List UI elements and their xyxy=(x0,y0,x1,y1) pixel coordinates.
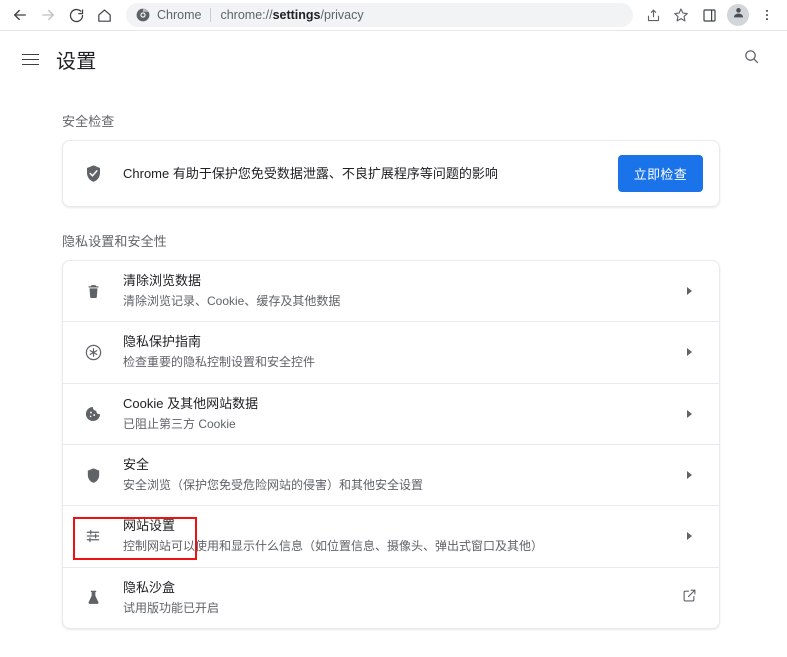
chevron-right-icon xyxy=(686,471,692,480)
row-title: 网站设置 xyxy=(123,518,176,534)
omnibox-url: chrome://settings/privacy xyxy=(220,8,363,22)
omnibox-divider xyxy=(210,8,212,22)
share-icon xyxy=(646,8,661,23)
reload-button[interactable] xyxy=(62,1,90,29)
row-subtitle: 控制网站可以使用和显示什么信息（如位置信息、摄像头、弹出式窗口及其他） xyxy=(123,539,544,554)
search-settings-button[interactable] xyxy=(735,43,767,75)
privacy-guide-icon xyxy=(81,343,105,362)
page-title: 设置 xyxy=(56,50,97,73)
settings-row-cookies[interactable]: Cookie 及其他网站数据 已阻止第三方 Cookie xyxy=(63,382,719,444)
toolbar-actions xyxy=(639,1,781,29)
omnibox-url-suffix: /privacy xyxy=(320,8,364,22)
chevron-right-icon xyxy=(686,287,692,296)
cookie-icon xyxy=(81,405,105,423)
row-end[interactable] xyxy=(675,471,703,480)
safety-check-card: Chrome 有助于保护您免受数据泄露、不良扩展程序等问题的影响 立即检查 xyxy=(62,140,720,207)
browser-menu-button[interactable] xyxy=(753,1,781,29)
profile-avatar-icon xyxy=(732,6,745,24)
row-end[interactable] xyxy=(675,409,703,418)
row-title: 隐私沙盒 xyxy=(123,579,176,595)
omnibox-url-highlight: settings xyxy=(272,8,321,22)
star-icon xyxy=(673,7,689,23)
row-subtitle: 清除浏览记录、Cookie、缓存及其他数据 xyxy=(123,294,341,309)
three-dot-menu-icon xyxy=(760,8,774,22)
check-now-button[interactable]: 立即检查 xyxy=(617,155,703,192)
row-end[interactable] xyxy=(675,532,703,541)
row-subtitle: 安全浏览（保护您免受危险网站的侵害）和其他安全设置 xyxy=(123,478,424,493)
hamburger-menu-button[interactable] xyxy=(14,43,46,75)
row-end[interactable] xyxy=(675,588,703,608)
row-title: Cookie 及其他网站数据 xyxy=(123,395,259,411)
row-title: 安全 xyxy=(123,456,150,472)
home-button[interactable] xyxy=(90,1,118,29)
bookmark-button[interactable] xyxy=(667,1,695,29)
row-body: 安全 安全浏览（保护您免受危险网站的侵害）和其他安全设置 xyxy=(123,445,675,505)
row-body: 清除浏览数据 清除浏览记录、Cookie、缓存及其他数据 xyxy=(123,261,675,321)
trash-icon xyxy=(81,283,105,300)
address-bar[interactable]: Chrome chrome://settings/privacy xyxy=(126,3,633,27)
profile-button[interactable] xyxy=(727,4,749,26)
external-link-icon xyxy=(682,588,697,608)
settings-row-privacy-guide[interactable]: 隐私保护指南 检查重要的隐私控制设置和安全控件 xyxy=(63,321,719,382)
chevron-right-icon xyxy=(686,348,692,357)
chevron-right-icon xyxy=(686,409,692,418)
side-panel-icon xyxy=(702,8,717,23)
shield-icon xyxy=(81,467,105,484)
row-subtitle: 检查重要的隐私控制设置和安全控件 xyxy=(123,355,316,370)
home-icon xyxy=(96,7,113,24)
settings-header: 设置 xyxy=(0,31,787,87)
row-body: Cookie 及其他网站数据 已阻止第三方 Cookie xyxy=(123,384,675,444)
side-panel-button[interactable] xyxy=(695,1,723,29)
row-title: 清除浏览数据 xyxy=(123,273,202,288)
row-end[interactable] xyxy=(675,287,703,296)
chrome-logo-icon xyxy=(136,8,150,22)
settings-row-privacy-sandbox[interactable]: 隐私沙盒 试用版功能已开启 xyxy=(63,566,719,628)
arrow-right-icon xyxy=(39,6,57,24)
search-icon xyxy=(743,48,760,70)
arrow-left-icon xyxy=(11,6,29,24)
share-button[interactable] xyxy=(639,1,667,29)
safety-check-row: Chrome 有助于保护您免受数据泄露、不良扩展程序等问题的影响 立即检查 xyxy=(63,141,719,206)
reload-icon xyxy=(68,7,85,24)
omnibox-url-prefix: chrome:// xyxy=(220,8,273,22)
settings-row-clear-browsing-data[interactable]: 清除浏览数据 清除浏览记录、Cookie、缓存及其他数据 xyxy=(63,261,719,321)
browser-toolbar: Chrome chrome://settings/privacy xyxy=(0,0,787,31)
row-subtitle: 试用版功能已开启 xyxy=(123,600,220,615)
flask-icon xyxy=(81,589,105,606)
hamburger-menu-icon xyxy=(21,53,39,66)
shield-check-icon xyxy=(81,164,105,183)
row-body: 隐私保护指南 检查重要的隐私控制设置和安全控件 xyxy=(123,322,675,382)
row-body: 网站设置 控制网站可以使用和显示什么信息（如位置信息、摄像头、弹出式窗口及其他） xyxy=(123,506,675,566)
row-body: 隐私沙盒 试用版功能已开启 xyxy=(123,568,675,628)
omnibox-site-label: Chrome xyxy=(157,8,202,22)
privacy-settings-card: 清除浏览数据 清除浏览记录、Cookie、缓存及其他数据 隐私保护指南 检查重要… xyxy=(62,260,720,629)
back-button[interactable] xyxy=(6,1,34,29)
forward-button[interactable] xyxy=(34,1,62,29)
row-title: 隐私保护指南 xyxy=(123,334,202,350)
row-end[interactable] xyxy=(675,348,703,357)
safety-check-description: Chrome 有助于保护您免受数据泄露、不良扩展程序等问题的影响 xyxy=(123,165,498,181)
settings-row-security[interactable]: 安全 安全浏览（保护您免受危险网站的侵害）和其他安全设置 xyxy=(63,443,719,505)
settings-content: 安全检查 Chrome 有助于保护您免受数据泄露、不良扩展程序等问题的影响 立即… xyxy=(0,111,787,629)
privacy-section-title: 隐私设置和安全性 xyxy=(62,234,167,249)
row-subtitle: 已阻止第三方 Cookie xyxy=(123,416,236,431)
settings-row-site-settings[interactable]: 网站设置 控制网站可以使用和显示什么信息（如位置信息、摄像头、弹出式窗口及其他） xyxy=(63,505,719,566)
chevron-right-icon xyxy=(686,532,692,541)
safety-check-section-title: 安全检查 xyxy=(62,114,115,129)
tune-sliders-icon xyxy=(81,527,105,545)
